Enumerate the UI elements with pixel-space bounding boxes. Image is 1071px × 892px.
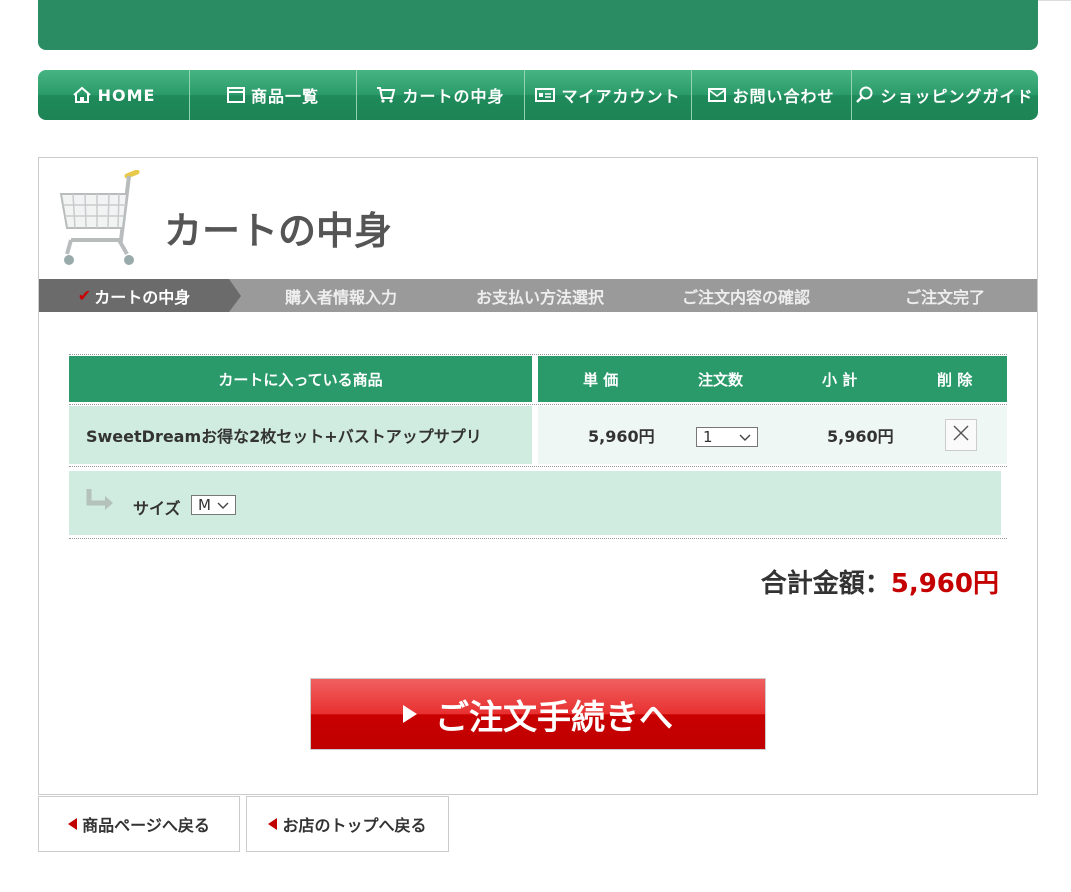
cart-table: カートに入っている商品 単 価 注文数 小 計 削 除 SweetDreamお得… (69, 354, 1007, 540)
unit-price: 5,960円 (588, 427, 655, 446)
option-row: サイズ M (69, 471, 1001, 535)
step-confirm: ご注文内容の確認 (639, 279, 853, 312)
search-icon (856, 86, 874, 104)
nav-products[interactable]: 商品一覧 (190, 70, 357, 120)
row-divider (69, 466, 1007, 467)
proceed-label: ご注文手続きへ (435, 697, 673, 738)
size-label: サイズ (133, 499, 181, 518)
quantity-select[interactable]: 1 (696, 427, 758, 447)
product-name: SweetDreamお得な2枚セット+バストアップサプリ (86, 427, 482, 446)
play-icon (403, 705, 417, 723)
subtotal: 5,960円 (827, 427, 894, 446)
step-complete: ご注文完了 (853, 279, 1037, 312)
header-band (38, 0, 1038, 50)
step-label: カートの中身 (94, 287, 191, 307)
nav-home[interactable]: HOME (38, 70, 190, 120)
size-select[interactable]: M (191, 495, 236, 515)
cart-panel: カートの中身 ✔ カートの中身 購入者情報入力 お支払い方法選択 ご注文内容の確… (38, 157, 1038, 795)
shopping-cart-icon (57, 169, 153, 274)
header-right: 単 価 注文数 小 計 削 除 (538, 356, 1007, 402)
back-to-shop-top-label: お店のトップへ戻る (282, 816, 427, 835)
step-label: お支払い方法選択 (475, 287, 604, 307)
mail-icon (708, 88, 727, 102)
nav-products-label: 商品一覧 (250, 87, 319, 106)
header-price: 単 価 (583, 370, 619, 389)
nav-contact-label: お問い合わせ (732, 87, 835, 106)
delete-button[interactable] (945, 419, 977, 451)
page-title: カートの中身 (164, 209, 393, 253)
left-triangle-icon (68, 818, 78, 830)
check-icon: ✔ (77, 286, 92, 305)
header-delete: 削 除 (937, 370, 973, 389)
back-to-shop-top-button[interactable]: お店のトップへ戻る (246, 796, 449, 852)
step-buyer-info: 購入者情報入力 (241, 279, 441, 312)
total-label: 合計金額： (760, 569, 891, 599)
chevron-down-icon (217, 496, 229, 514)
nav-contact[interactable]: お問い合わせ (692, 70, 852, 120)
step-label: ご注文完了 (904, 287, 985, 307)
chevron-down-icon (739, 428, 751, 446)
account-card-icon (535, 87, 556, 103)
table-row-values: 5,960円 1 5,960円 (538, 406, 1007, 464)
step-arrow (229, 279, 241, 312)
cart-icon (376, 86, 396, 104)
total-value: 5,960円 (890, 569, 999, 599)
table-top-border (69, 354, 1007, 355)
header-qty: 注文数 (698, 370, 744, 389)
nav-account[interactable]: マイアカウント (525, 70, 692, 120)
size-value: M (198, 496, 211, 514)
step-cart: ✔ カートの中身 (39, 279, 229, 312)
nav-home-label: HOME (97, 85, 156, 105)
table-row: SweetDreamお得な2枚セット+バストアップサプリ (69, 406, 532, 464)
step-label: ご注文内容の確認 (681, 287, 810, 307)
row-divider (69, 404, 1007, 405)
list-icon (226, 87, 245, 103)
sub-arrow-icon (85, 489, 115, 515)
step-label: 購入者情報入力 (284, 287, 397, 307)
nav-guide-label: ショッピングガイド (880, 87, 1034, 106)
home-icon (72, 86, 92, 104)
checkout-steps: ✔ カートの中身 購入者情報入力 お支払い方法選択 ご注文内容の確認 ご注文完了 (39, 279, 1037, 312)
header-product: カートに入っている商品 (69, 356, 532, 402)
header-subtotal: 小 計 (822, 370, 858, 389)
header-divider (1038, 0, 1071, 1)
nav-cart-label: カートの中身 (402, 87, 505, 106)
close-icon (952, 424, 970, 446)
nav-cart[interactable]: カートの中身 (357, 70, 525, 120)
left-triangle-icon (268, 818, 278, 830)
table-bottom-border (69, 538, 1007, 539)
step-payment: お支払い方法選択 (441, 279, 639, 312)
quantity-value: 1 (703, 428, 713, 446)
total-amount: 合計金額：5,960円 (761, 563, 999, 600)
proceed-to-checkout-button[interactable]: ご注文手続きへ (310, 678, 766, 750)
back-to-product-label: 商品ページへ戻る (82, 816, 210, 835)
nav-guide[interactable]: ショッピングガイド (852, 70, 1038, 120)
back-to-product-button[interactable]: 商品ページへ戻る (38, 796, 240, 852)
nav-account-label: マイアカウント (561, 87, 681, 106)
main-nav: HOME 商品一覧 カートの中身 マイアカウント お問い合わせ ショッピングガイ… (38, 70, 1038, 120)
